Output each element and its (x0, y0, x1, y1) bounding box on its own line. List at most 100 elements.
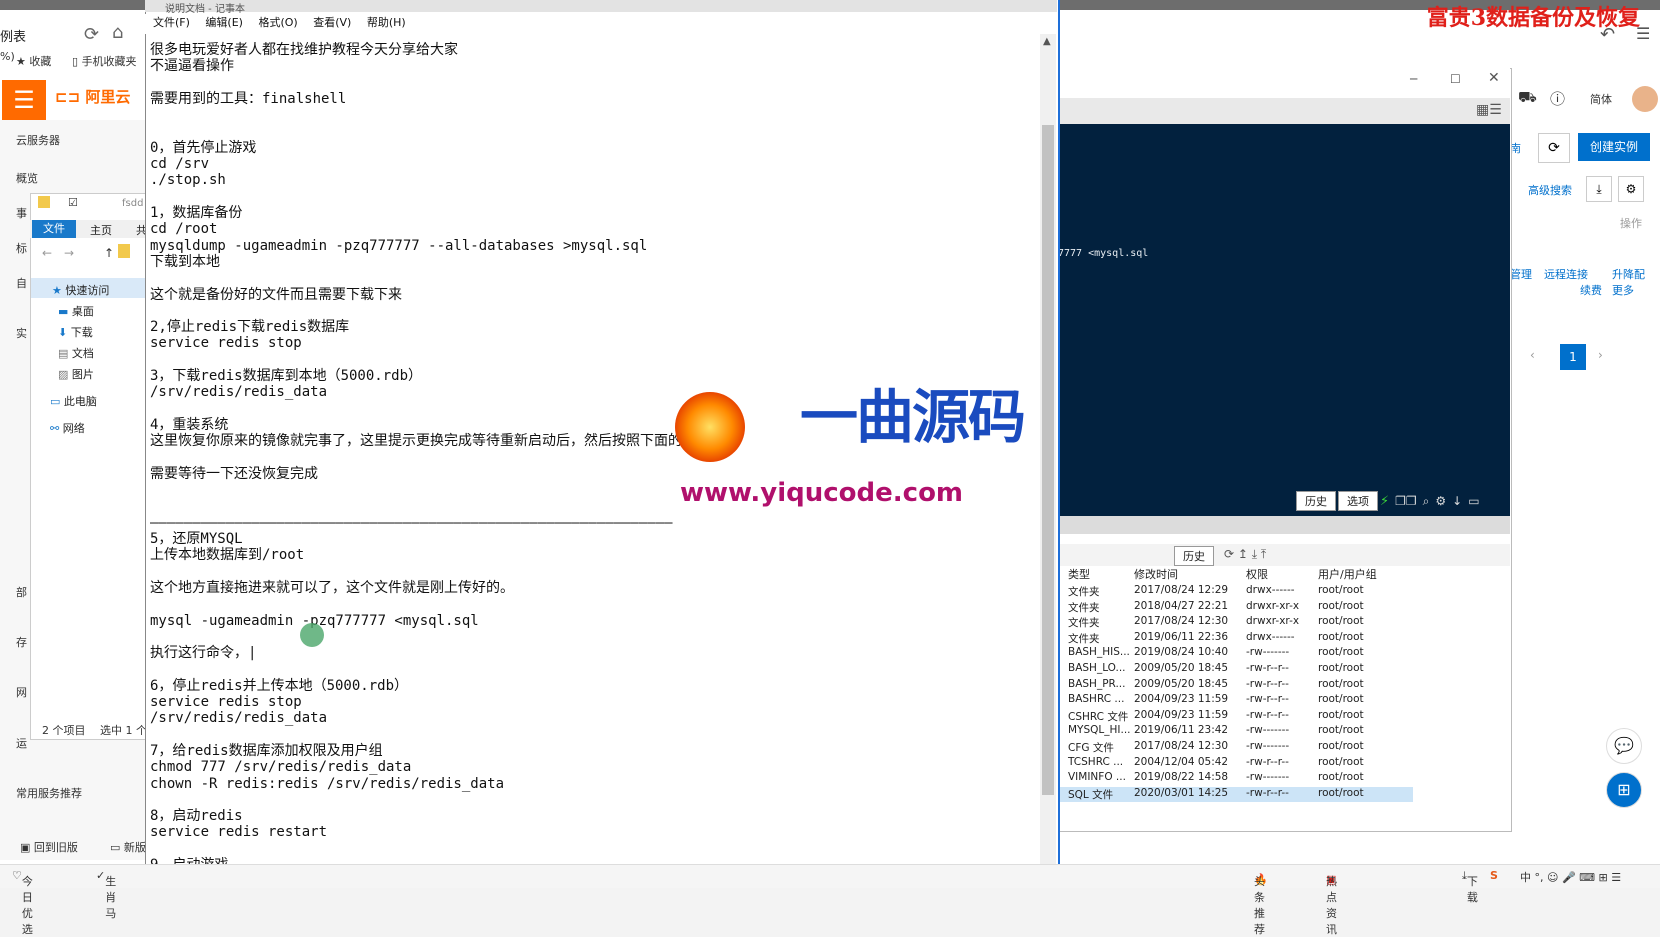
table-row[interactable]: TCSHRC ... 2004/12/04 05:42 -rw-r--r-- root… (1058, 756, 1413, 772)
lang-switch[interactable]: 简体 (1590, 91, 1612, 107)
avatar[interactable] (1632, 86, 1658, 112)
table-row[interactable]: 文件夹 2017/08/24 12:30 drwxr-xr-x root/root (1058, 615, 1413, 631)
chat-icon[interactable]: 💬 (1606, 728, 1642, 764)
cart-icon[interactable]: ⛟ (1518, 88, 1537, 108)
table-row[interactable]: BASH_PR... 2009/05/20 18:45 -rw-r--r-- root… (1058, 678, 1413, 694)
zodiac-link[interactable]: ✓ 生肖马 (96, 869, 116, 920)
nav-documents[interactable]: ▤ 文档 (58, 345, 94, 361)
tab-home[interactable]: 主页 (90, 222, 112, 238)
gear-icon[interactable]: ⚙ (1618, 176, 1644, 202)
menu-icon[interactable]: ☰ (2, 80, 46, 120)
bookmark-mobile[interactable]: ▯ 手机收藏夹 (72, 53, 137, 69)
nav-desktop[interactable]: ▬ 桌面 (58, 303, 94, 319)
sidebar-item-network[interactable]: 网 (16, 684, 27, 700)
today-picks[interactable]: ♡ 今日优选 (12, 869, 33, 936)
terminal-pane[interactable] (1058, 124, 1510, 516)
action-renew[interactable]: 续费 (1580, 282, 1602, 298)
table-row[interactable]: 文件夹 2018/04/27 22:21 drwxr-xr-x root/root (1058, 600, 1413, 616)
help-icon[interactable]: ⓘ (1550, 88, 1565, 109)
lightning-icon[interactable]: ⚡ (1380, 494, 1389, 509)
refresh-icon[interactable]: ⟳ (1538, 133, 1570, 163)
nav-pictures[interactable]: ▨ 图片 (58, 366, 94, 382)
nav-up-icon[interactable]: ↑ (104, 246, 114, 260)
old-version-link[interactable]: ▣ 回到旧版 (20, 839, 78, 855)
more-icon[interactable]: ☰ (1636, 24, 1650, 43)
sidebar-item-ops[interactable]: 运 (16, 735, 27, 751)
gear-icon[interactable]: ⚙ (1435, 494, 1446, 508)
files-history-button[interactable]: 历史 (1174, 546, 1214, 566)
bookmark-favorites[interactable]: ★ 收藏 (16, 53, 51, 69)
col-type[interactable]: 类型 (1068, 566, 1090, 582)
action-more[interactable]: 更多 (1612, 282, 1634, 298)
scroll-up-icon[interactable]: ▲ (1043, 36, 1051, 47)
table-row[interactable]: MYSQL_HI... 2019/06/11 23:42 -rw------- roo… (1058, 724, 1413, 740)
nav-downloads[interactable]: ⬇ 下载 (58, 324, 93, 340)
create-instance-button[interactable]: 创建实例 (1578, 133, 1650, 161)
advanced-search-link[interactable]: 高级搜索 (1528, 182, 1572, 198)
menu-edit[interactable]: 编辑(E) (205, 16, 243, 29)
options-button[interactable]: 选项 (1338, 491, 1378, 511)
col-modified[interactable]: 修改时间 (1134, 566, 1178, 582)
table-row[interactable]: 文件夹 2019/06/11 22:36 drwx------ root/root (1058, 631, 1413, 647)
close-icon[interactable]: ✕ (1488, 70, 1500, 86)
sidebar-item-tags[interactable]: 标 (16, 240, 27, 256)
sidebar-item-overview[interactable]: 概览 (16, 170, 38, 186)
menu-help[interactable]: 帮助(H) (367, 16, 406, 29)
history-button[interactable]: 历史 (1296, 491, 1336, 511)
apps-icon[interactable]: ⊞ (1606, 772, 1642, 808)
table-row[interactable]: VIMINFO ... 2019/08/22 14:58 -rw------- roo… (1058, 771, 1413, 787)
sidebar-item-ecs[interactable]: 云服务器 (16, 132, 60, 148)
text-line: 上传本地数据库到/root (150, 547, 305, 564)
scrollbar-thumb[interactable] (1042, 125, 1054, 795)
files-refresh-icon[interactable]: ⟳ ↥ ⤓ ⤒ (1224, 547, 1266, 562)
col-owner[interactable]: 用户/用户组 (1318, 566, 1377, 582)
nav-forward-icon[interactable]: → (64, 246, 74, 260)
sidebar-item-storage[interactable]: 存 (16, 634, 27, 650)
minimize-icon[interactable]: ─ (1410, 72, 1417, 86)
sidebar-item-instance[interactable]: 实 (16, 325, 27, 341)
action-remote[interactable]: 远程连接 (1544, 266, 1588, 282)
pane-separator[interactable] (1058, 516, 1510, 534)
window-icon[interactable]: ▭ (1468, 494, 1479, 508)
menu-file[interactable]: 文件(F) (153, 16, 190, 29)
col-permissions[interactable]: 权限 (1246, 566, 1268, 582)
table-row[interactable]: SQL 文件 2020/03/01 14:25 -rw-r--r-- root/roo… (1058, 786, 1413, 803)
table-row[interactable]: BASH_LO... 2009/05/20 18:45 -rw-r--r-- root… (1058, 662, 1413, 678)
table-row[interactable]: BASHRC ... 2004/09/23 11:59 -rw-r--r-- root… (1058, 693, 1413, 709)
pagination-current[interactable]: 1 (1560, 344, 1586, 370)
notepad-text-area[interactable]: 很多电玩爱好者人都在找维护教程今天分享给大家 不逼逼看操作 需要用到的工具：fina… (150, 34, 1030, 887)
export-icon[interactable]: ⤓ (1586, 176, 1612, 202)
nav-network[interactable]: ⚯ 网络 (50, 420, 85, 436)
ime-tray-icons[interactable]: 中 °, ☺ 🎤 ⌨ ⊞ ☰ (1520, 869, 1621, 885)
table-row[interactable]: BASH_HIS... 2019/08/24 10:40 -rw------- roo… (1058, 646, 1413, 662)
download-icon[interactable]: ↓ (1452, 494, 1462, 508)
new-version-link[interactable]: ▭ 新版 (110, 839, 146, 855)
maximize-icon[interactable]: ☐ (1450, 72, 1461, 86)
nav-this-pc[interactable]: ▭ 此电脑 (50, 393, 97, 409)
search-icon[interactable]: ⌕ (1423, 494, 1430, 508)
layout-icon[interactable]: ▦☰ (1476, 102, 1502, 118)
checkbox-icon[interactable]: ☑ (68, 196, 78, 209)
menu-view[interactable]: 查看(V) (313, 16, 351, 29)
table-row[interactable]: CFG 文件 2017/08/24 12:30 -rw------- root/roo… (1058, 740, 1413, 756)
sidebar-item-auto[interactable]: 自 (16, 275, 27, 291)
undo-icon[interactable]: ↶ (1600, 24, 1615, 45)
pagination-next[interactable]: › (1598, 348, 1603, 362)
sidebar-item-recommended[interactable]: 常用服务推荐 (16, 785, 82, 801)
pagination-prev[interactable]: ‹ (1530, 348, 1535, 362)
refresh-icon[interactable]: ⟳ (84, 24, 99, 45)
ime-icon[interactable]: S (1490, 869, 1498, 882)
table-row[interactable]: 文件夹 2017/08/24 12:29 drwx------ root/root (1058, 584, 1413, 600)
sidebar-item-deploy[interactable]: 部 (16, 584, 27, 600)
tab-file[interactable]: 文件 (32, 220, 76, 238)
home-icon[interactable]: ⌂ (112, 22, 123, 43)
menu-format[interactable]: 格式(O) (258, 16, 297, 29)
download-link[interactable]: ⤓ 下载 (1462, 869, 1478, 904)
action-resize[interactable]: 升降配 (1612, 266, 1645, 282)
sidebar-item-events[interactable]: 事 (16, 205, 27, 221)
nav-quick-access[interactable]: ★ 快速访问 (52, 282, 109, 298)
copy-icon[interactable]: ❐❐ (1395, 494, 1417, 508)
nav-back-icon[interactable]: ← (42, 246, 52, 260)
table-row[interactable]: CSHRC 文件 2004/09/23 11:59 -rw-r--r-- root/r… (1058, 709, 1413, 725)
action-manage[interactable]: 管理 (1510, 266, 1532, 282)
